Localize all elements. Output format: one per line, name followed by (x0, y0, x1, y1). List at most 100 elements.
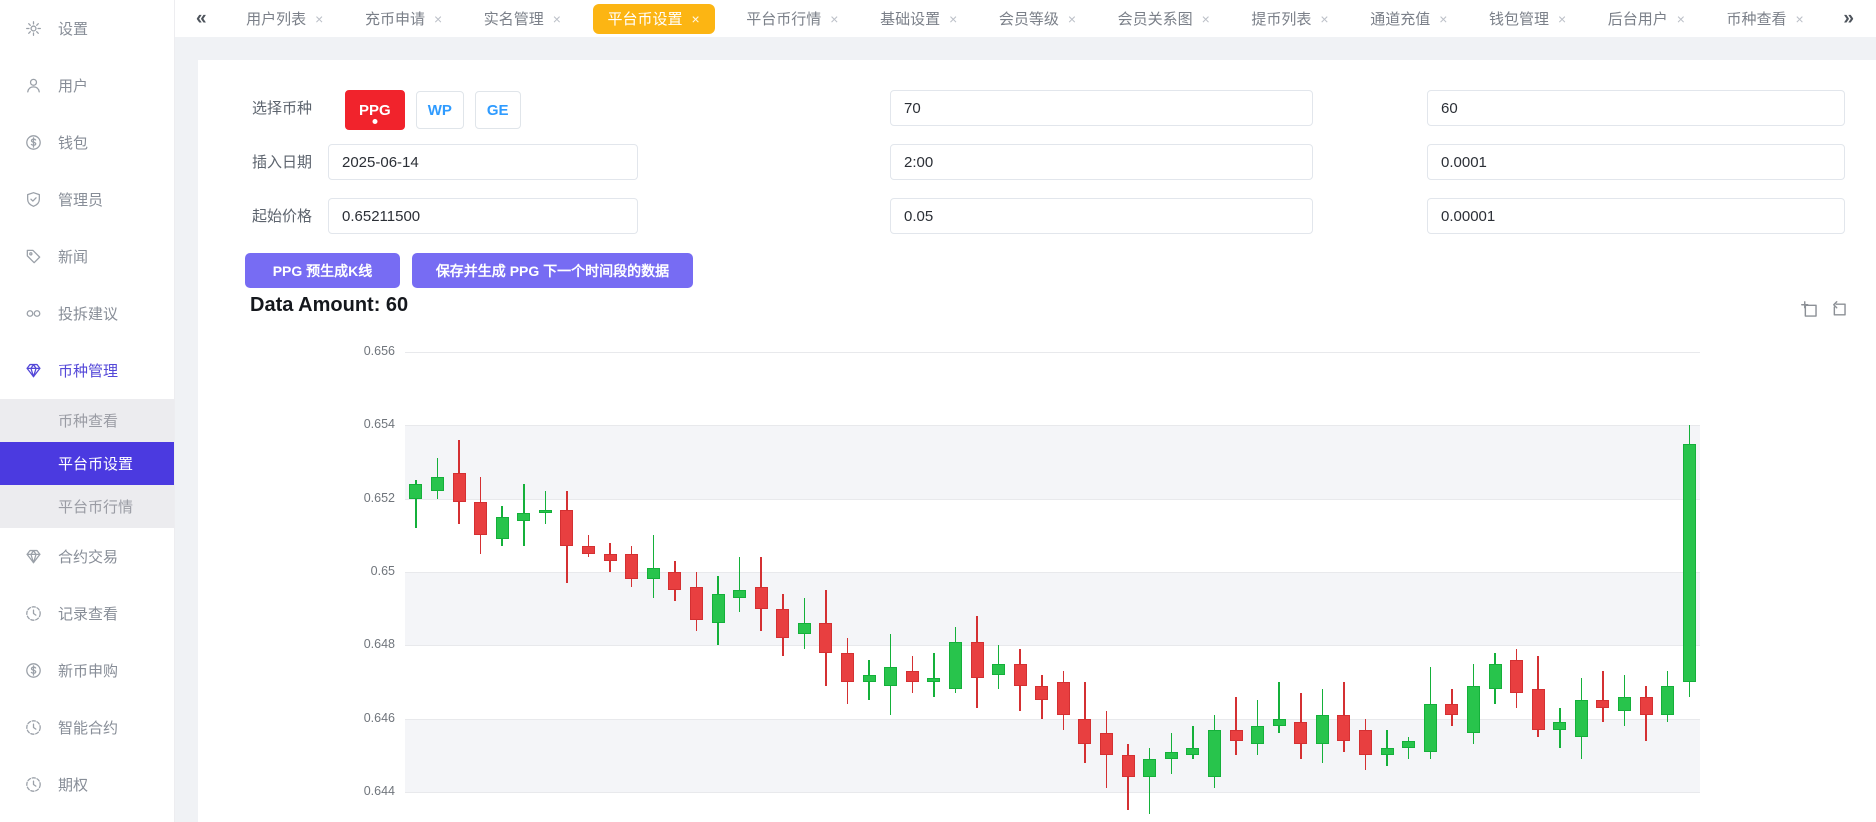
sidebar-item-label: 设置 (58, 21, 89, 38)
tab-close-icon[interactable]: × (830, 12, 838, 26)
tab-close-icon[interactable]: × (1202, 12, 1210, 26)
y-axis-tick: 0.644 (363, 784, 395, 798)
candle-body (1618, 696, 1631, 712)
tab-user-list[interactable]: 用户列表 × (236, 4, 333, 34)
candle-body (1229, 729, 1243, 741)
candle-body (970, 641, 984, 679)
tab-wallet-management[interactable]: 钱包管理 × (1479, 4, 1576, 34)
sidebar-item-record-view[interactable]: 记录查看 (0, 585, 174, 642)
sidebar-item-label: 智能合约 (58, 720, 119, 737)
gridline (405, 498, 1700, 500)
tab-close-icon[interactable]: × (553, 12, 561, 26)
candle-body (1251, 726, 1264, 745)
tab-close-icon[interactable]: × (1439, 12, 1447, 26)
candlestick-chart[interactable]: 0.656 0.654 0.652 0.65 0.648 0.646 0.644 (198, 60, 1876, 822)
infinity-icon (25, 305, 42, 322)
tab-label: 平台币设置 (607, 11, 683, 28)
gridline (405, 792, 1700, 793)
tab-close-icon[interactable]: × (1796, 12, 1804, 26)
sidebar-item-options[interactable]: 期权 (0, 756, 174, 813)
tab-close-icon[interactable]: × (1558, 12, 1566, 26)
tab-label: 提币列表 (1251, 11, 1312, 28)
sidebar-subitem-platform-coin-market[interactable]: 平台币行情 (0, 485, 174, 528)
sidebar-item-coin-management[interactable]: 币种管理 (0, 342, 174, 399)
tabs-scroll-left-icon[interactable]: « (188, 8, 215, 30)
sidebar-item-contract-trading[interactable]: 合约交易 (0, 528, 174, 585)
user-icon (25, 77, 42, 94)
sidebar-subitem-coin-view[interactable]: 币种查看 (0, 399, 174, 442)
sidebar-item-news[interactable]: 新闻 (0, 228, 174, 285)
candle-body (862, 674, 876, 682)
tab-withdraw-list[interactable]: 提币列表 × (1241, 4, 1338, 34)
candle-body (430, 476, 444, 492)
candle-body (819, 623, 833, 653)
tab-close-icon[interactable]: × (315, 12, 323, 26)
candle-body (1294, 722, 1308, 745)
tab-platform-coin-settings[interactable]: 平台币设置 × (592, 3, 715, 34)
tab-close-icon[interactable]: × (692, 12, 700, 26)
candle-body (1402, 740, 1416, 748)
tab-coin-view[interactable]: 币种查看 × (1717, 4, 1814, 34)
tab-deposit-request[interactable]: 充币申请 × (355, 4, 452, 34)
admin-page: 设置 用户 钱包 管理员 新闻 投拆建议 币种管理 币种查看 平台币设置 平台币行情 合约交易 记录查… (0, 0, 1876, 822)
candle-body (538, 509, 552, 514)
candle-body (1100, 733, 1113, 756)
tab-label: 平台币行情 (746, 11, 822, 28)
tab-platform-coin-market[interactable]: 平台币行情 × (736, 4, 848, 34)
sidebar-item-label: 期权 (58, 777, 89, 794)
tab-member-level[interactable]: 会员等级 × (989, 4, 1086, 34)
tab-close-icon[interactable]: × (1677, 12, 1685, 26)
platform-coin-settings-panel: 选择币种 PPG WP GE 上涨比例 下跌比例 插入日期 插入时间 增长精度 … (198, 60, 1876, 822)
tab-close-icon[interactable]: × (434, 12, 442, 26)
grid-band (405, 425, 1700, 499)
shield-check-icon (25, 191, 42, 208)
sidebar-item-smart-contract[interactable]: 智能合约 (0, 699, 174, 756)
candle-body (1207, 729, 1221, 778)
sidebar-item-feedback[interactable]: 投拆建议 (0, 285, 174, 342)
sidebar-item-new-coin-subscription[interactable]: 新币申购 (0, 642, 174, 699)
tab-channel-recharge[interactable]: 通道充值 × (1360, 4, 1457, 34)
candle-body (1186, 748, 1200, 756)
candle-body (1553, 722, 1567, 730)
sidebar-item-users[interactable]: 用户 (0, 57, 174, 114)
dollar-circle-icon (25, 662, 42, 679)
candle-body (1143, 759, 1157, 778)
candle-wick (1235, 696, 1237, 756)
tab-backend-users[interactable]: 后台用户 × (1598, 4, 1695, 34)
candle-body (1639, 696, 1653, 715)
tab-close-icon[interactable]: × (1068, 12, 1076, 26)
gridline (405, 425, 1700, 427)
dollar-circle-icon (25, 134, 42, 151)
sidebar-item-label: 新币申购 (58, 663, 119, 680)
sidebar-item-settings[interactable]: 设置 (0, 0, 174, 57)
candle-body (776, 608, 790, 638)
candle-body (1359, 729, 1372, 756)
candle-wick (738, 557, 741, 613)
candle-body (1596, 700, 1610, 708)
sidebar-subitem-platform-coin-settings[interactable]: 平台币设置 (0, 442, 174, 485)
tab-member-relation-graph[interactable]: 会员关系图 × (1108, 4, 1220, 34)
tab-close-icon[interactable]: × (1320, 12, 1328, 26)
sidebar-item-label: 记录查看 (58, 606, 119, 623)
sidebar-item-admins[interactable]: 管理员 (0, 171, 174, 228)
candle-body (1510, 660, 1523, 693)
candle-body (1531, 689, 1545, 730)
clock-icon (25, 719, 42, 736)
y-axis-tick: 0.654 (363, 417, 395, 432)
candle-body (1013, 663, 1027, 686)
candle-body (1466, 685, 1480, 734)
sidebar-item-label: 新闻 (58, 249, 89, 266)
tab-real-name[interactable]: 实名管理 × (474, 4, 571, 34)
y-axis-tick: 0.656 (363, 344, 395, 358)
tab-close-icon[interactable]: × (949, 12, 957, 26)
sidebar-submenu: 币种查看 平台币设置 平台币行情 (0, 399, 174, 528)
sidebar: 设置用户钱包 管理员新闻投拆建议 币种管理 币种查看 平台币设置 平台币行情 合约交易记录查… (0, 0, 174, 822)
candle-body (409, 484, 423, 499)
candle-body (625, 553, 639, 580)
tab-basic-settings[interactable]: 基础设置 × (870, 4, 967, 34)
sidebar-item-label: 用户 (58, 78, 89, 95)
sidebar-item-wallet[interactable]: 钱包 (0, 114, 174, 171)
tabs-scroll-right-icon[interactable]: » (1835, 8, 1862, 30)
grid-band (405, 718, 1700, 792)
candle-body (582, 546, 595, 554)
